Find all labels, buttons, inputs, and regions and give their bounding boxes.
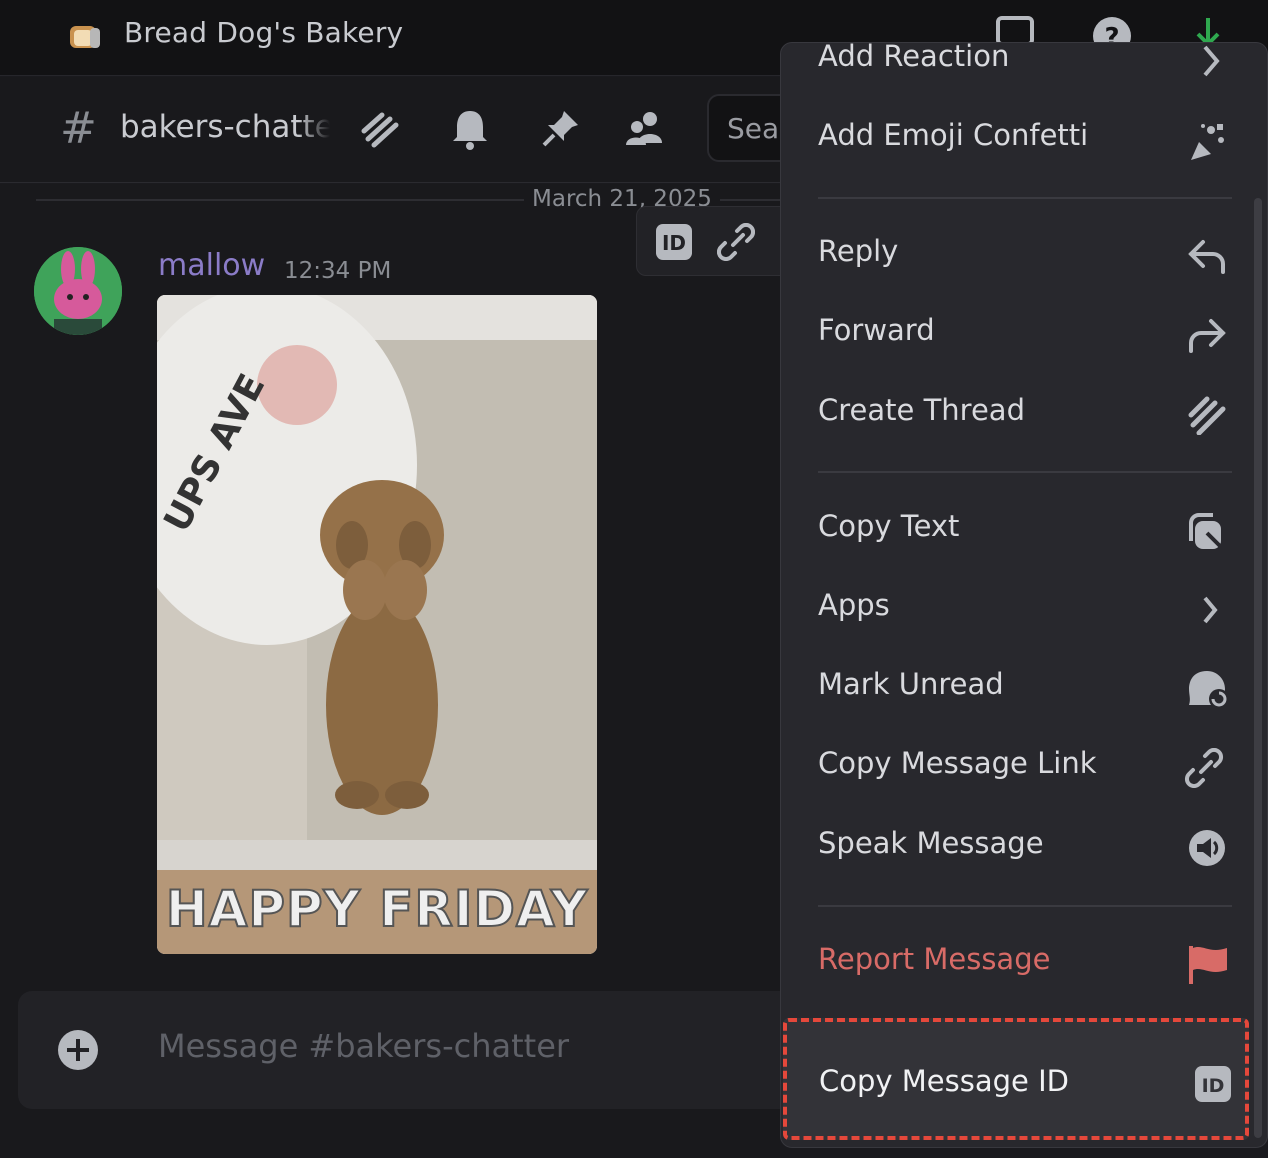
menu-item-apps[interactable]: Apps (781, 574, 1251, 646)
chevron-right-icon (1203, 596, 1218, 624)
confetti-icon (1191, 124, 1224, 160)
hash-icon: # (60, 103, 97, 154)
message-list: March 21, 2025 ID mallow 12:34 PM UPS AV… (0, 184, 796, 964)
id-icon[interactable]: ID (655, 223, 693, 261)
menu-item-report-message[interactable]: Report Message (781, 928, 1251, 1000)
menu-separator (818, 905, 1232, 907)
composer-area: Message #bakers-chatter (0, 964, 798, 1158)
add-attachment-button[interactable] (58, 1030, 98, 1070)
bread-icon (70, 26, 100, 48)
flag-icon (1189, 946, 1227, 984)
copy-icon (1189, 513, 1223, 549)
menu-scrollbar[interactable] (1254, 198, 1262, 1138)
thread-icon (1188, 396, 1226, 435)
threads-icon[interactable] (358, 107, 402, 151)
menu-item-create-thread[interactable]: Create Thread (781, 379, 1251, 451)
menu-item-label: Copy Message ID (819, 1064, 1069, 1098)
link-icon (1184, 748, 1224, 788)
channel-name[interactable]: bakers-chatter (120, 109, 330, 145)
menu-separator (818, 197, 1232, 199)
message-input[interactable]: Message #bakers-chatter (158, 1027, 569, 1065)
message-context-menu: Add Reaction Add Emoji Confetti Reply Fo… (780, 42, 1268, 1148)
message-hover-toolbar: ID (636, 206, 796, 276)
menu-item-add-emoji-confetti[interactable]: Add Emoji Confetti (781, 104, 1251, 176)
svg-text:ID: ID (1202, 1075, 1225, 1097)
link-icon[interactable] (717, 223, 755, 261)
menu-item-label: Report Message (818, 942, 1051, 976)
menu-item-label: Add Reaction (818, 42, 1010, 73)
menu-item-mark-unread[interactable]: Mark Unread (781, 653, 1251, 725)
menu-item-reply[interactable]: Reply (781, 220, 1251, 292)
menu-separator (818, 471, 1232, 473)
menu-item-label: Apps (818, 588, 890, 622)
menu-item-label: Mark Unread (818, 667, 1004, 701)
menu-item-speak-message[interactable]: Speak Message (781, 812, 1251, 884)
channel-header: # bakers-chatter Search (0, 77, 827, 183)
reply-icon (1188, 240, 1225, 274)
gif-caption: HAPPY FRIDAY (165, 879, 589, 939)
chevron-right-icon (1203, 45, 1220, 77)
bunny-avatar-icon (34, 247, 122, 335)
puppy-gif-image: UPS AVE (157, 295, 597, 954)
menu-item-copy-message-link[interactable]: Copy Message Link (781, 732, 1251, 804)
menu-item-label: Copy Text (818, 509, 960, 543)
menu-item-label: Copy Message Link (818, 746, 1097, 780)
menu-item-label: Reply (818, 234, 899, 268)
message-timestamp: 12:34 PM (284, 258, 392, 284)
menu-item-copy-message-id[interactable]: Copy Message ID ID (783, 1018, 1249, 1140)
server-name[interactable]: Bread Dog's Bakery (124, 16, 403, 49)
menu-item-label: Create Thread (818, 393, 1025, 427)
message-author[interactable]: mallow (158, 248, 265, 283)
avatar[interactable] (34, 247, 122, 335)
menu-item-label: Add Emoji Confetti (818, 118, 1089, 152)
pin-icon[interactable] (538, 107, 582, 151)
bell-icon[interactable] (448, 107, 492, 151)
forward-icon (1189, 319, 1226, 353)
id-icon: ID (1195, 1066, 1231, 1102)
menu-item-label: Forward (818, 313, 935, 347)
menu-item-copy-text[interactable]: Copy Text (781, 495, 1251, 567)
mark-unread-icon (1189, 671, 1229, 709)
menu-item-add-reaction[interactable]: Add Reaction (781, 42, 1251, 97)
menu-item-label: Speak Message (818, 826, 1044, 860)
menu-item-forward[interactable]: Forward (781, 299, 1251, 371)
svg-text:ID: ID (662, 231, 686, 255)
message-composer: Message #bakers-chatter (18, 991, 798, 1109)
members-icon[interactable] (624, 107, 668, 151)
gif-attachment[interactable]: UPS AVE HAPPY FRIDAY (157, 295, 597, 954)
speaker-icon (1189, 830, 1225, 866)
